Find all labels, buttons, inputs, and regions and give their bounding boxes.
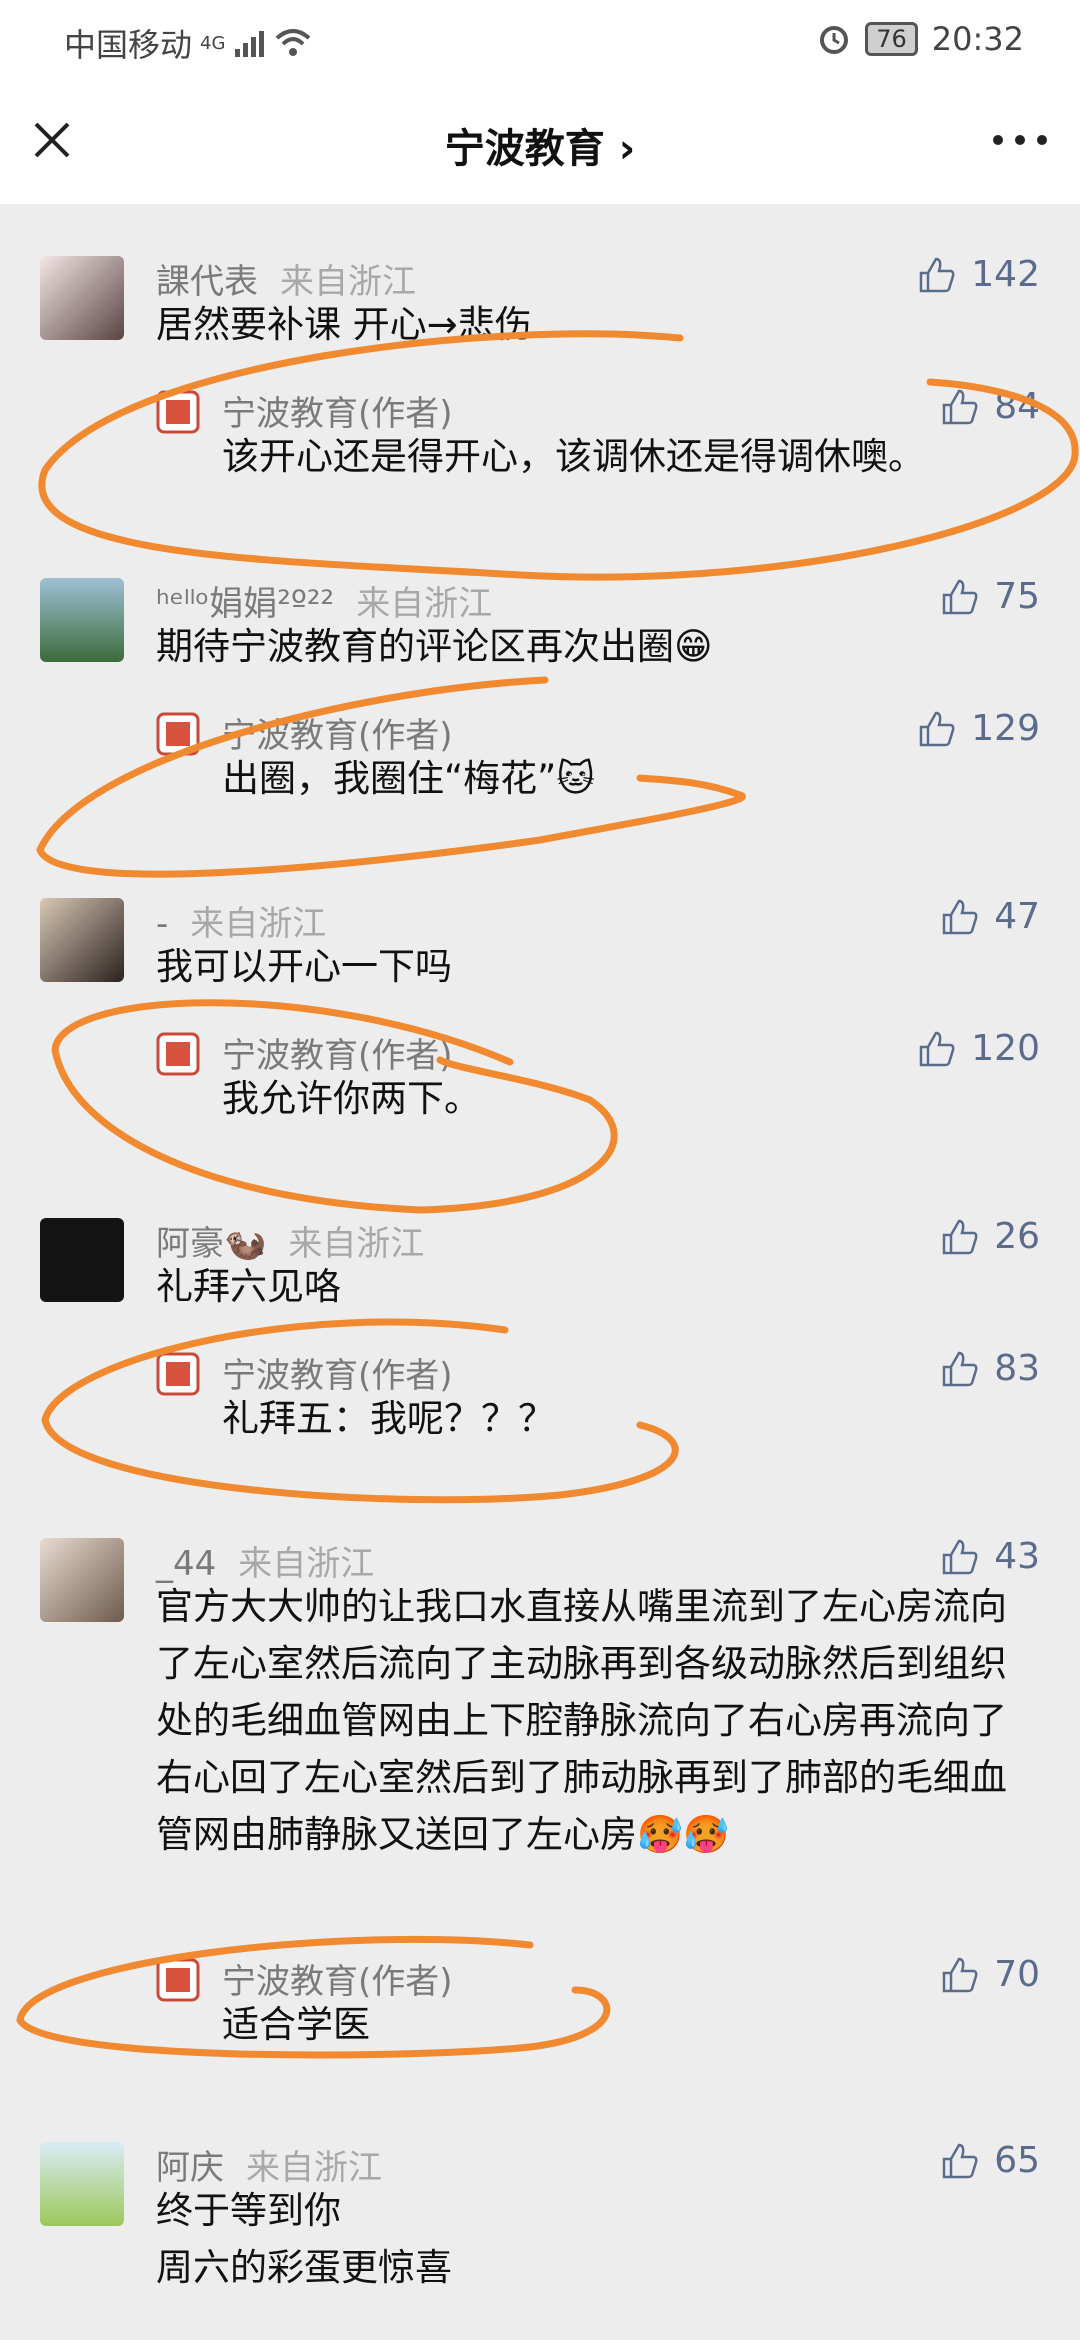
like-count: 83 (994, 1348, 1040, 1389)
comment-text: 我可以开心一下吗 (156, 945, 452, 988)
author-seal-avatar (156, 1352, 200, 1396)
thumbs-up-icon (920, 257, 955, 292)
like-count: 129 (971, 708, 1040, 749)
carrier-label: 中国移动 (64, 26, 193, 64)
reply-text: 该开心还是得开心，该调休还是得调休噢。 (222, 435, 925, 478)
comment-text: 礼拜六见咯 (156, 1265, 341, 1308)
comment-text: 官方大大帅的让我口水直接从嘴里流到了左心房流向了左心室然后流向了主动脉再到各级动… (156, 1585, 1007, 1856)
avatar[interactable] (40, 898, 124, 982)
like-count: 75 (994, 576, 1040, 617)
author-seal-avatar (156, 1958, 200, 2002)
thumbs-up-icon (942, 2143, 978, 2178)
reply-text: 适合学医 (222, 2003, 370, 2046)
author-seal-avatar (156, 712, 200, 756)
like-button[interactable]: 47 (940, 896, 1040, 937)
like-count: 120 (971, 1028, 1040, 1069)
like-count: 43 (994, 1536, 1040, 1577)
comment-text: 期待宁波教育的评论区再次出圈😁 (156, 625, 713, 668)
thumbs-up-icon (942, 1539, 978, 1574)
comment-text: 终于等到你 周六的彩蛋更惊喜 (156, 2189, 452, 2289)
reply-like-button[interactable]: 120 (917, 1028, 1040, 1069)
wifi-icon (276, 29, 311, 56)
battery-indicator: 76 (865, 22, 918, 56)
status-left: 中国移动 4G (64, 20, 311, 66)
reply-text: 出圈，我圈住“梅花”🐱 (222, 757, 595, 800)
like-count: 47 (994, 896, 1040, 937)
thumbs-up-icon (920, 711, 955, 746)
author-seal-avatar (156, 390, 200, 434)
thumbs-up-icon (920, 1031, 955, 1066)
author-seal-avatar (156, 1032, 200, 1076)
signal-icon (235, 31, 265, 57)
status-bar: 中国移动 4G 76 20:32 (0, 0, 1080, 80)
like-button[interactable]: 43 (940, 1536, 1040, 1577)
reply-like-button[interactable]: 83 (940, 1348, 1040, 1389)
like-button[interactable]: 142 (917, 254, 1040, 295)
avatar[interactable] (40, 578, 124, 662)
like-button[interactable]: 65 (940, 2140, 1040, 2181)
more-options-icon[interactable] (988, 120, 1052, 160)
like-button[interactable]: 75 (940, 576, 1040, 617)
like-count: 84 (994, 386, 1040, 427)
reply-like-button[interactable]: 84 (940, 386, 1040, 427)
alarm-icon (820, 26, 849, 54)
page-title[interactable]: 宁波教育 › (0, 116, 1080, 174)
nav-bar: 宁波教育 › (0, 80, 1080, 204)
status-right: 76 20:32 (817, 20, 1024, 58)
thumbs-up-icon (942, 1957, 978, 1992)
reply-text: 礼拜五：我呢？？？ (222, 1397, 555, 1440)
network-label: 4G (200, 32, 226, 54)
comment-text: 居然要补课 开心→悲伤 (156, 303, 532, 346)
avatar[interactable] (40, 2142, 124, 2226)
thumbs-up-icon (942, 1219, 978, 1254)
reply-text: 我允许你两下。 (222, 1077, 481, 1120)
thumbs-up-icon (942, 389, 978, 424)
reply-like-button[interactable]: 129 (917, 708, 1040, 749)
avatar[interactable] (40, 256, 124, 340)
avatar[interactable] (40, 1538, 124, 1622)
like-count: 70 (994, 1954, 1040, 1995)
thumbs-up-icon (942, 1351, 978, 1386)
thumbs-up-icon (942, 899, 978, 934)
reply-like-button[interactable]: 70 (940, 1954, 1040, 1995)
like-button[interactable]: 26 (940, 1216, 1040, 1257)
time-label: 20:32 (931, 20, 1024, 58)
avatar[interactable] (40, 1218, 124, 1302)
like-count: 26 (994, 1216, 1040, 1257)
like-count: 65 (994, 2140, 1040, 2181)
thumbs-up-icon (942, 579, 978, 614)
like-count: 142 (971, 254, 1040, 295)
